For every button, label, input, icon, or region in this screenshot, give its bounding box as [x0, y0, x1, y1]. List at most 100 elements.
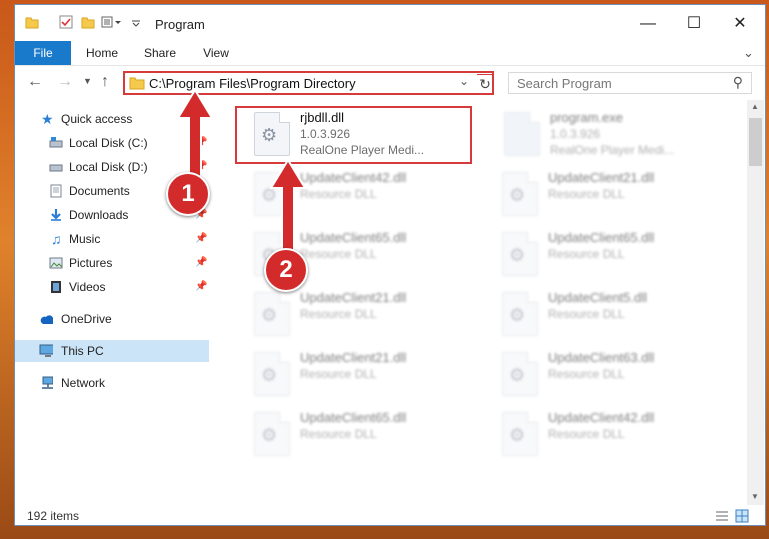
file-type: Resource DLL — [300, 367, 377, 381]
file-name: UpdateClient21.dll — [300, 290, 407, 305]
star-icon: ★ — [41, 111, 54, 127]
address-row: ← → ▼ ↑ C:\Program Files\Program Directo… — [15, 65, 765, 100]
drive-icon — [49, 164, 63, 172]
gear-icon: ⚙ — [509, 305, 526, 325]
dll-file-icon: ⚙ — [502, 292, 538, 336]
file-item[interactable]: ⚙ UpdateClient63.dll Resource DLL — [488, 346, 718, 400]
file-name: UpdateClient5.dll — [548, 290, 648, 305]
gear-icon: ⚙ — [509, 425, 526, 445]
dll-file-icon: ⚙ — [502, 172, 538, 216]
ribbon-tabs: File Home Share View ⌄ — [15, 41, 765, 65]
file-name: UpdateClient65.dll — [300, 230, 407, 245]
folder-icon[interactable] — [25, 15, 39, 29]
dll-file-icon: ⚙ — [502, 412, 538, 456]
scrollbar-thumb[interactable] — [749, 118, 762, 166]
pin-icon: 📌 — [195, 257, 208, 268]
dll-file-icon: ⚙ — [254, 412, 290, 456]
cloud-icon — [40, 315, 53, 324]
recent-locations-chevron-icon[interactable]: ▼ — [83, 76, 92, 86]
file-item-program-exe[interactable]: program.exe 1.0.3.926 RealOne Player Med… — [490, 106, 720, 160]
customize-toolbar-icon[interactable] — [101, 15, 123, 29]
properties-icon[interactable] — [59, 15, 73, 29]
title-bar: Program — ☐ ✕ — [15, 5, 765, 41]
refresh-icon[interactable]: ↻ — [477, 74, 494, 94]
item-count: 192 items — [27, 509, 80, 523]
file-name: UpdateClient63.dll — [548, 350, 655, 365]
documents-icon — [50, 184, 62, 198]
file-type: Resource DLL — [548, 187, 625, 201]
file-item[interactable]: ⚙ UpdateClient65.dll Resource DLL — [488, 226, 718, 280]
file-item[interactable]: ⚙ UpdateClient5.dll Resource DLL — [488, 286, 718, 340]
chevron-down-icon[interactable]: ⌄ — [743, 45, 754, 61]
close-button[interactable]: ✕ — [717, 11, 763, 37]
minimize-button[interactable]: — — [625, 11, 671, 37]
file-name: UpdateClient21.dll — [548, 170, 655, 185]
pictures-icon — [49, 257, 63, 269]
annotation-arrow-2 — [269, 160, 307, 256]
window-title: Program — [155, 17, 205, 32]
sidebar-item-videos[interactable]: Videos 📌 — [15, 276, 209, 298]
annotation-badge-1: 1 — [166, 172, 210, 216]
up-arrow-icon[interactable]: ↑ — [101, 73, 109, 91]
exe-file-icon — [504, 112, 540, 156]
file-item[interactable]: ⚙ UpdateClient21.dll Resource DLL — [240, 286, 470, 340]
file-name: UpdateClient65.dll — [300, 410, 407, 425]
new-folder-icon[interactable] — [81, 15, 95, 29]
sidebar-item-this-pc[interactable]: This PC — [15, 340, 209, 362]
file-description: RealOne Player Medi... — [550, 143, 675, 157]
file-item[interactable]: ⚙ UpdateClient42.dll Resource DLL — [488, 406, 718, 460]
dll-file-icon: ⚙ — [254, 292, 290, 336]
file-version: 1.0.3.926 — [550, 127, 601, 141]
pc-icon — [39, 344, 53, 357]
gear-icon: ⚙ — [509, 365, 526, 385]
forward-arrow-icon[interactable]: → — [57, 73, 73, 91]
file-type: Resource DLL — [300, 427, 377, 441]
highlight-box — [235, 106, 472, 164]
file-type: Resource DLL — [548, 247, 625, 261]
file-name: UpdateClient42.dll — [548, 410, 655, 425]
file-type: Resource DLL — [548, 427, 625, 441]
search-input[interactable]: Search Program ⚲ — [508, 72, 752, 94]
sidebar-item-music[interactable]: ♫ Music 📌 — [15, 228, 209, 250]
tab-view[interactable]: View — [193, 41, 239, 65]
pin-icon: 📌 — [195, 233, 208, 244]
details-view-icon[interactable] — [715, 509, 729, 523]
file-name: UpdateClient42.dll — [300, 170, 407, 185]
dll-file-icon: ⚙ — [502, 352, 538, 396]
search-icon: ⚲ — [732, 74, 743, 90]
scroll-up-arrow-icon[interactable]: ▲ — [751, 102, 759, 111]
tab-share[interactable]: Share — [135, 41, 185, 65]
file-name: program.exe — [550, 110, 623, 125]
file-type: Resource DLL — [548, 307, 625, 321]
back-arrow-icon[interactable]: ← — [27, 73, 43, 91]
gear-icon: ⚙ — [509, 185, 526, 205]
chevron-down-icon[interactable]: ⌄ — [459, 74, 469, 88]
address-path: C:\Program Files\Program Directory — [149, 76, 356, 91]
explorer-window: Program — ☐ ✕ File Home Share View ⌄ ← →… — [14, 4, 766, 526]
download-icon — [51, 209, 61, 221]
sidebar-item-network[interactable]: Network — [15, 372, 209, 394]
file-name: UpdateClient21.dll — [300, 350, 407, 365]
search-placeholder: Search Program — [517, 76, 612, 91]
large-icons-view-icon[interactable] — [735, 509, 749, 523]
file-item[interactable]: ⚙ UpdateClient21.dll Resource DLL — [240, 346, 470, 400]
maximize-button[interactable]: ☐ — [671, 11, 717, 37]
folder-icon — [129, 77, 145, 90]
scroll-down-arrow-icon[interactable]: ▼ — [751, 492, 759, 501]
tab-file[interactable]: File — [15, 41, 71, 65]
gear-icon: ⚙ — [261, 365, 278, 385]
dll-file-icon: ⚙ — [254, 352, 290, 396]
file-item[interactable]: ⚙ UpdateClient21.dll Resource DLL — [488, 166, 718, 220]
drive-icon — [49, 137, 63, 148]
status-bar: 192 items — [15, 505, 765, 525]
file-type: Resource DLL — [548, 367, 625, 381]
vertical-scrollbar[interactable]: ▲ ▼ — [747, 100, 764, 505]
sidebar-item-pictures[interactable]: Pictures 📌 — [15, 252, 209, 274]
sidebar-item-onedrive[interactable]: OneDrive — [15, 308, 209, 330]
chevron-down-icon[interactable] — [131, 15, 141, 29]
music-icon: ♫ — [51, 231, 62, 247]
file-item[interactable]: ⚙ UpdateClient65.dll Resource DLL — [240, 406, 470, 460]
dll-file-icon: ⚙ — [502, 232, 538, 276]
network-icon — [42, 376, 53, 389]
tab-home[interactable]: Home — [77, 41, 127, 65]
